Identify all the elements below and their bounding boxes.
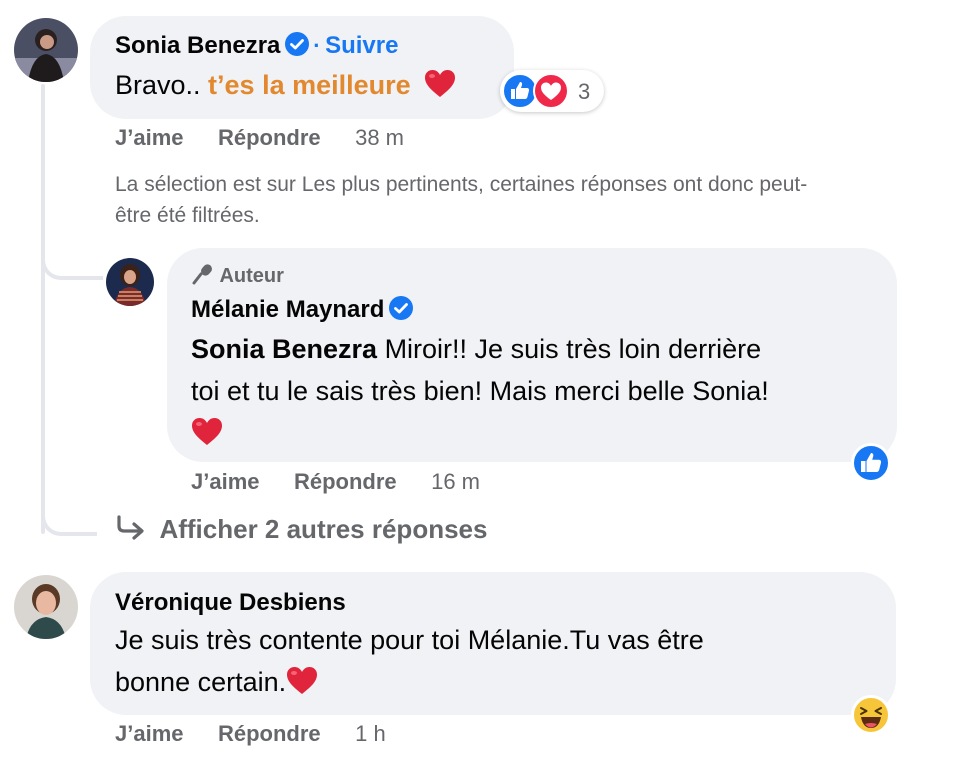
reply-header-melanie: Mélanie Maynard xyxy=(191,296,413,324)
like-button[interactable]: J’aime xyxy=(191,469,260,494)
comment-actions-veronique: J’aime Répondre 1 h xyxy=(115,721,386,747)
thread-branch-more xyxy=(41,490,97,536)
avatar-sonia-image xyxy=(14,18,78,82)
comment-text-line1: Je suis très contente pour toi Mélanie.T… xyxy=(115,625,704,655)
like-button[interactable]: J’aime xyxy=(115,125,184,150)
microphone-icon xyxy=(192,264,212,285)
avatar-sonia[interactable] xyxy=(14,18,78,82)
filter-notice-line2: être été filtrées. xyxy=(115,204,260,227)
avatar-veronique[interactable] xyxy=(14,575,78,639)
more-replies-link[interactable]: Afficher 2 autres réponses xyxy=(115,514,487,545)
haha-reaction-icon[interactable] xyxy=(851,695,891,735)
author-badge-label: Auteur xyxy=(219,265,284,287)
mention-sonia[interactable]: Sonia Benezra xyxy=(191,334,377,364)
reactions-summary[interactable]: 3 xyxy=(500,70,604,112)
comment-timestamp[interactable]: 1 h xyxy=(355,721,386,746)
reply-actions-melanie: J’aime Répondre 16 m xyxy=(191,469,480,495)
reply-button[interactable]: Répondre xyxy=(294,469,397,494)
reply-text-line1: Sonia Benezra Miroir!! Je suis très loin… xyxy=(191,328,769,370)
reply-button[interactable]: Répondre xyxy=(218,721,321,746)
comment-header-sonia: Sonia Benezra · Suivre xyxy=(115,32,398,60)
reply-text-line2: toi et tu le sais très bien! Mais merci … xyxy=(191,376,769,406)
thread-line xyxy=(41,84,45,534)
follow-separator: · xyxy=(313,33,321,58)
comment-text-line2: bonne certain. xyxy=(115,667,287,697)
comment-text-highlight: t’es la meilleure xyxy=(208,70,411,100)
reply-button[interactable]: Répondre xyxy=(218,125,321,150)
reaction-count: 3 xyxy=(578,79,591,104)
comment-timestamp[interactable]: 38 m xyxy=(355,125,404,150)
reply-text-line1-rest: Miroir!! Je suis très loin derrière xyxy=(377,334,762,364)
like-button[interactable]: J’aime xyxy=(115,721,184,746)
love-reaction-icon xyxy=(533,73,569,109)
like-reaction-icon[interactable] xyxy=(851,443,891,483)
reply-text-line3 xyxy=(191,412,769,454)
comment-author[interactable]: Sonia Benezra xyxy=(115,32,280,59)
follow-button[interactable]: Suivre xyxy=(325,32,398,59)
avatar-melanie-image xyxy=(106,258,154,306)
comment-text-veronique: Je suis très contente pour toi Mélanie.T… xyxy=(115,619,704,703)
heart-emoji-icon xyxy=(287,667,318,694)
verified-badge-icon xyxy=(284,32,309,56)
filter-notice: La sélection est sur Les plus pertinents… xyxy=(115,169,807,231)
comment-author[interactable]: Véronique Desbiens xyxy=(115,589,346,617)
reply-arrow-icon xyxy=(117,515,144,540)
comment-actions-sonia: J’aime Répondre 38 m xyxy=(115,125,404,151)
comment-text-plain: Bravo.. xyxy=(115,70,209,100)
more-replies-label[interactable]: Afficher 2 autres réponses xyxy=(159,514,487,544)
avatar-veronique-image xyxy=(14,575,78,639)
avatar-melanie[interactable] xyxy=(106,258,154,306)
comment-text-line2-wrap: bonne certain. xyxy=(115,661,704,703)
author-badge: Auteur xyxy=(191,262,284,288)
reply-author[interactable]: Mélanie Maynard xyxy=(191,296,384,323)
filter-notice-line1: La sélection est sur Les plus pertinents… xyxy=(115,173,808,196)
heart-emoji-icon xyxy=(192,418,222,445)
reply-timestamp[interactable]: 16 m xyxy=(431,469,480,494)
thread-branch-reply xyxy=(41,230,103,280)
reply-text-melanie: Sonia Benezra Miroir!! Je suis très loin… xyxy=(191,328,769,454)
heart-emoji-icon xyxy=(425,70,456,97)
comment-text-sonia: Bravo.. t’es la meilleure xyxy=(115,64,456,106)
verified-badge-icon xyxy=(388,296,413,320)
